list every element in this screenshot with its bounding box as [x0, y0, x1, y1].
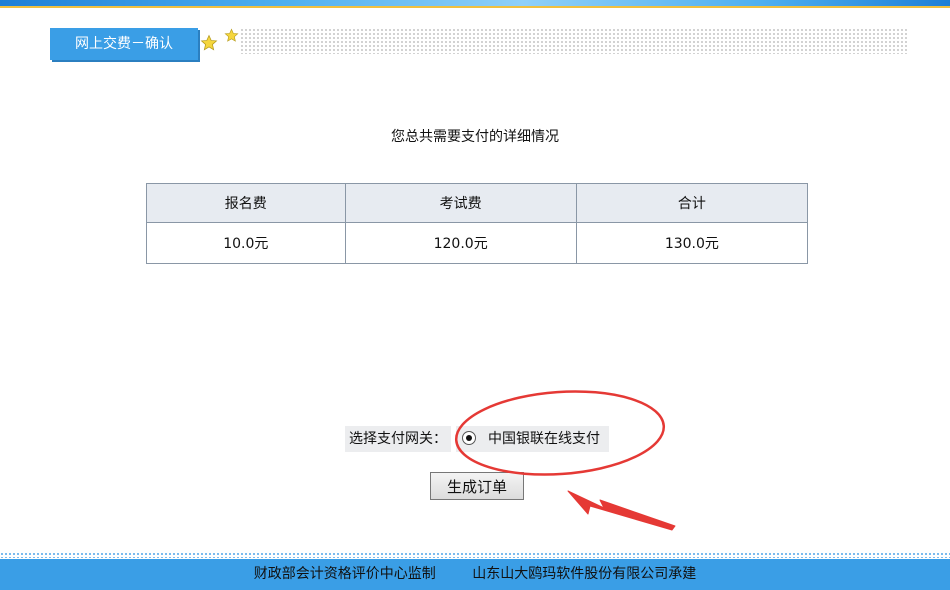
highlight-ellipse	[454, 390, 666, 476]
pointer-arrow-icon	[567, 490, 676, 531]
footer-supervisor-text: 财政部会计资格评价中心监制	[253, 566, 436, 582]
red-annotation-overlay	[454, 390, 676, 531]
footer-dotted-rule	[0, 552, 950, 558]
footer-builder-text: 山东山大鸥玛软件股份有限公司承建	[472, 566, 697, 582]
site-footer: 财政部会计资格评价中心监制 山东山大鸥玛软件股份有限公司承建	[0, 559, 950, 590]
